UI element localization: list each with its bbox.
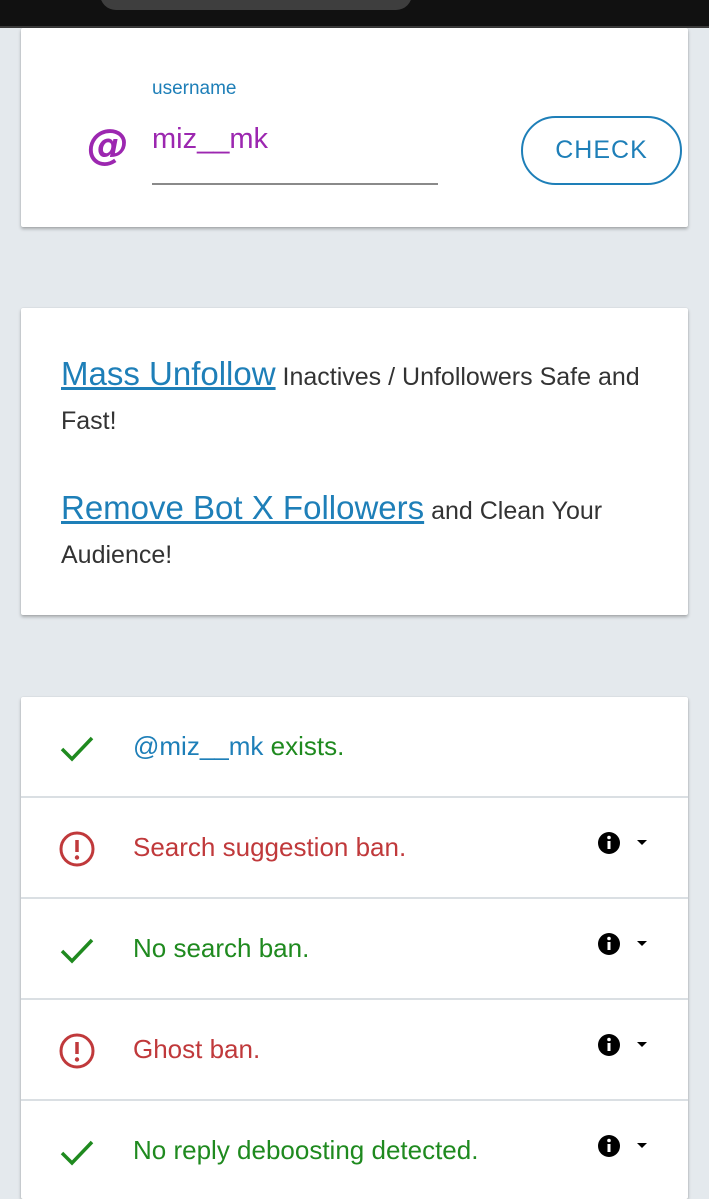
result-text: Ghost ban. — [133, 1034, 261, 1064]
info-dropdown-toggle[interactable] — [597, 932, 655, 958]
remove-bots-link[interactable]: Remove Bot X Followers — [61, 489, 424, 526]
checkmark-icon — [60, 736, 94, 762]
info-dropdown-toggle[interactable] — [597, 1134, 655, 1160]
at-icon: @ — [87, 120, 129, 169]
info-dropdown-toggle[interactable] — [597, 1033, 655, 1059]
caret-down-icon — [637, 1143, 647, 1148]
caret-down-icon — [637, 941, 647, 946]
caret-down-icon — [637, 840, 647, 845]
info-icon — [598, 1135, 620, 1157]
result-suffix: exists. — [263, 731, 345, 761]
address-bar-pill[interactable] — [100, 0, 412, 10]
checkmark-icon — [60, 1140, 94, 1166]
info-icon — [598, 933, 620, 955]
mass-unfollow-link[interactable]: Mass Unfollow — [61, 355, 276, 392]
promo-remove-bots: Remove Bot X Followers and Clean Your Au… — [61, 486, 661, 577]
check-button[interactable]: CHECK — [521, 116, 682, 185]
info-dropdown-toggle[interactable] — [597, 831, 655, 857]
result-text: No reply deboosting detected. — [133, 1135, 479, 1165]
result-text: No search ban. — [133, 933, 310, 963]
browser-top-bar — [0, 0, 709, 28]
result-handle: @miz__mk — [133, 731, 264, 761]
info-icon — [598, 1034, 620, 1056]
alert-circle-icon — [59, 1033, 95, 1069]
checkmark-icon — [60, 938, 94, 964]
result-text: @miz__mk exists. — [133, 731, 344, 762]
username-search-card: @ username CHECK — [21, 28, 688, 227]
promo-card: Mass Unfollow Inactives / Unfollowers Sa… — [21, 308, 688, 615]
caret-down-icon — [637, 1042, 647, 1047]
results-card: @miz__mk exists. Search suggestion ban. … — [21, 697, 688, 1199]
alert-circle-icon — [59, 831, 95, 867]
result-text: Search suggestion ban. — [133, 832, 407, 862]
username-label: username — [152, 78, 237, 99]
result-row-search-ban: No search ban. — [21, 899, 688, 1000]
username-input[interactable] — [152, 123, 438, 185]
result-row-search-suggestion-ban: Search suggestion ban. — [21, 798, 688, 899]
result-row-exists: @miz__mk exists. — [21, 697, 688, 798]
info-icon — [598, 832, 620, 854]
result-row-reply-deboosting: No reply deboosting detected. — [21, 1101, 688, 1199]
promo-mass-unfollow: Mass Unfollow Inactives / Unfollowers Sa… — [61, 352, 661, 443]
result-row-ghost-ban: Ghost ban. — [21, 1000, 688, 1101]
